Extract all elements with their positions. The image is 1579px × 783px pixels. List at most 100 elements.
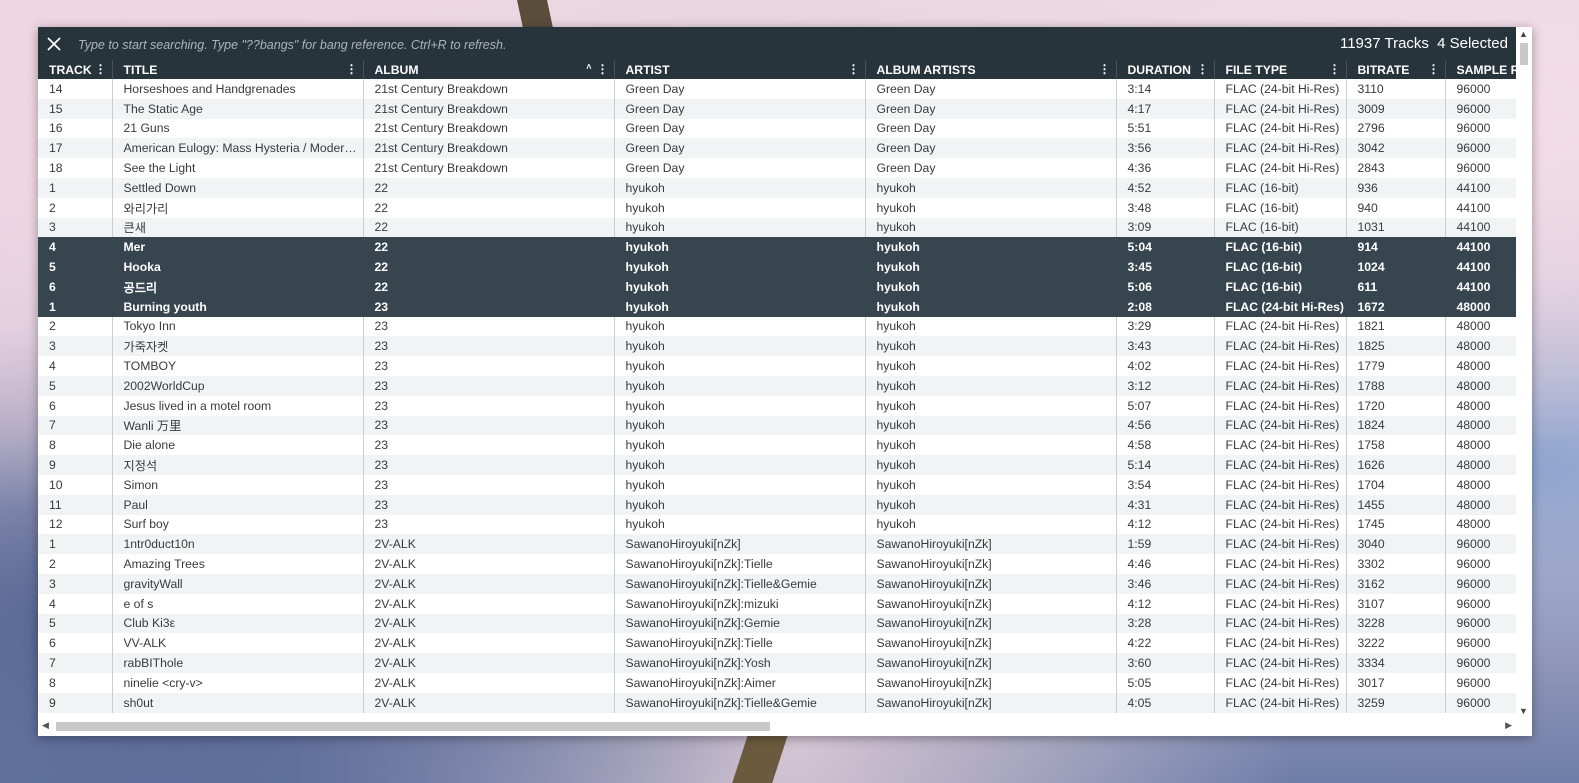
table-row[interactable]: 3 gravityWall 2V-ALK SawanoHiroyuki[nZk]:Ti… <box>38 573 1516 594</box>
table-row[interactable]: 10 Simon 23 hyukoh hyukoh 3:54 FLAC (24-bit Hi… <box>38 474 1516 495</box>
column-menu-icon[interactable]: ⋮ <box>597 62 609 76</box>
cell-file-type: FLAC (24-bit Hi-Res) <box>1214 573 1347 594</box>
table-row[interactable]: 12 Surf boy 23 hyukoh hyukoh 4:12 FLAC (24-bit… <box>38 514 1516 535</box>
cell-track: 17 <box>38 138 113 159</box>
cell-title: 지정석 <box>112 455 364 475</box>
column-menu-icon[interactable]: ⋮ <box>1329 62 1341 76</box>
table-row[interactable]: 4 TOMBOY 23 hyukoh hyukoh 4:02 FLAC (24-bit Hi… <box>38 356 1516 376</box>
cell-sample-rate: 48000 <box>1445 415 1516 436</box>
table-row[interactable]: 4e of s 2V-ALK SawanoHiroyuki[nZk]:mizuki S… <box>38 593 1516 614</box>
table-row[interactable]: 6 Jesus lived in a motel room 23 hyukoh hyuk… <box>38 395 1516 416</box>
cell-sample-rate: 44100 <box>1445 177 1516 198</box>
column-header[interactable]: ARTIST ⋮ <box>614 60 866 79</box>
column-header[interactable]: DURATION ⋮ <box>1116 60 1215 79</box>
cell-bitrate: 1031 <box>1346 217 1446 238</box>
table-row[interactable]: 1 Burning youth 23 hyukoh hyukoh 2:08 FLAC (24… <box>38 296 1516 317</box>
column-header[interactable]: FILE TYPE ⋮ <box>1214 60 1347 79</box>
column-menu-icon[interactable]: ⋮ <box>1099 62 1111 76</box>
cell-file-type: FLAC (24-bit Hi-Res) <box>1214 415 1347 436</box>
table-row[interactable]: 8 ninelie <cry-v> 2V-ALK SawanoHiroyuki[nZk… <box>38 672 1516 693</box>
scroll-up-icon[interactable]: ▲ <box>1519 29 1528 39</box>
table-row[interactable]: 6 공드리 22 hyukoh hyukoh 5:06 FLAC (16-bit) 611 44… <box>38 276 1516 297</box>
table-row[interactable]: 17 American Eulogy: Mass Hysteria / Moder… <box>38 138 1516 159</box>
table-row[interactable]: 3 큰새 22 hyukoh hyukoh 3:09 FLAC (16-bit) 1031 44… <box>38 217 1516 238</box>
cell-album-artists: Green Day <box>865 118 1117 139</box>
column-menu-icon[interactable]: ⋮ <box>848 62 860 76</box>
scroll-right-icon[interactable]: ▶ <box>1505 720 1512 731</box>
cell-track: 4 <box>38 593 113 614</box>
table-row[interactable]: 16 21 Guns 21st Century Breakdown Green Day… <box>38 118 1516 139</box>
cell-artist: Green Day <box>614 79 866 99</box>
search-input[interactable] <box>76 33 1080 57</box>
close-icon[interactable] <box>44 34 64 54</box>
cell-album: 2V-ALK <box>363 554 615 574</box>
column-header[interactable]: ALBUM ARTISTS ⋮ <box>865 60 1117 79</box>
table-row[interactable]: 2 와리가리 22 hyukoh hyukoh 3:48 FLAC (16-bit) 940 4… <box>38 197 1516 218</box>
horizontal-scrollbar[interactable]: ◀ ▶ <box>38 716 1516 736</box>
cell-title: Die alone <box>112 435 364 456</box>
cell-artist: hyukoh <box>614 514 866 535</box>
table-row[interactable]: 14 Horseshoes and Handgrenades 21st Centur… <box>38 79 1516 99</box>
cell-title: e of s <box>112 593 364 614</box>
status-text: 11937 Tracks 4 Selected <box>1336 35 1508 52</box>
cell-album-artists: SawanoHiroyuki[nZk] <box>865 692 1117 713</box>
cell-album: 2V-ALK <box>363 633 615 654</box>
table-row[interactable]: 5 2002WorldCup 23 hyukoh hyukoh 3:12 FLAC (24-… <box>38 375 1516 396</box>
cell-file-type: FLAC (24-bit Hi-Res) <box>1214 79 1347 99</box>
table-row[interactable]: 11 Paul 23 hyukoh hyukoh 4:31 FLAC (24-bit Hi-… <box>38 494 1516 515</box>
table-row[interactable]: 6 VV-ALK 2V-ALK SawanoHiroyuki[nZk]:Tielle S… <box>38 633 1516 654</box>
vertical-scrollbar[interactable]: ▲ ▼ <box>1516 27 1532 716</box>
cell-file-type: FLAC (24-bit Hi-Res) <box>1214 395 1347 416</box>
cell-sample-rate: 44100 <box>1445 257 1516 277</box>
table-row[interactable]: 18 See the Light 21st Century Breakdown Gre… <box>38 158 1516 178</box>
table-row[interactable]: 2 Amazing Trees 2V-ALK SawanoHiroyuki[nZk]:… <box>38 554 1516 574</box>
table-row[interactable]: 9 sh0ut 2V-ALK SawanoHiroyuki[nZk]:Tielle&G… <box>38 692 1516 713</box>
cell-track: 3 <box>38 217 113 238</box>
cell-title: 큰새 <box>112 217 364 238</box>
cell-album: 23 <box>363 395 615 416</box>
cell-album-artists: SawanoHiroyuki[nZk] <box>865 653 1117 673</box>
column-header[interactable]: BITRATE ⋮ <box>1346 60 1446 79</box>
column-menu-icon[interactable]: ⋮ <box>1428 62 1440 76</box>
cell-album-artists: SawanoHiroyuki[nZk] <box>865 573 1117 594</box>
cell-sample-rate: 96000 <box>1445 98 1516 119</box>
table-row[interactable]: 5 Club Ki3ε 2V-ALK SawanoHiroyuki[nZk]:Gemi… <box>38 613 1516 634</box>
cell-album-artists: hyukoh <box>865 177 1117 198</box>
vertical-scroll-thumb[interactable] <box>1520 43 1528 65</box>
cell-track: 15 <box>38 98 113 119</box>
table-row[interactable]: 1 1ntr0duct10n 2V-ALK SawanoHiroyuki[nZk] Sa… <box>38 534 1516 555</box>
table-row[interactable]: 8 Die alone 23 hyukoh hyukoh 4:58 FLAC (24-bit… <box>38 435 1516 456</box>
cell-album-artists: Green Day <box>865 98 1117 119</box>
column-header-label: BITRATE <box>1357 62 1410 77</box>
table-row[interactable]: 5 Hooka 22 hyukoh hyukoh 3:45 FLAC (16-bit) 102… <box>38 257 1516 277</box>
column-header[interactable]: TITLE ⋮ <box>112 60 364 79</box>
table-row[interactable]: 15 The Static Age 21st Century Breakdown Gr… <box>38 98 1516 119</box>
column-header[interactable]: SAMPLE R <box>1445 60 1516 79</box>
table-row[interactable]: 9 지정석 23 hyukoh hyukoh 5:14 FLAC (24-bit Hi-Re… <box>38 455 1516 475</box>
table-row[interactable]: 3 가죽자켓 23 hyukoh hyukoh 3:43 FLAC (24-bit Hi-R… <box>38 336 1516 357</box>
column-menu-icon[interactable]: ⋮ <box>1197 62 1209 76</box>
cell-duration: 4:56 <box>1116 415 1215 436</box>
scroll-down-icon[interactable]: ▼ <box>1519 706 1528 716</box>
cell-duration: 4:22 <box>1116 633 1215 654</box>
cell-album: 21st Century Breakdown <box>363 138 615 159</box>
horizontal-scroll-thumb[interactable] <box>56 722 770 731</box>
cell-bitrate: 2796 <box>1346 118 1446 139</box>
column-header[interactable]: ALBUM ˄ ⋮ <box>363 60 615 79</box>
table-row[interactable]: 7 Wanli 万里 23 hyukoh hyukoh 4:56 FLAC (24-bit … <box>38 415 1516 436</box>
table-row[interactable]: 4 Mer 22 hyukoh hyukoh 5:04 FLAC (16-bit) 914 44… <box>38 237 1516 258</box>
cell-sample-rate: 96000 <box>1445 554 1516 574</box>
cell-title: Horseshoes and Handgrenades <box>112 79 364 99</box>
cell-duration: 3:29 <box>1116 316 1215 337</box>
table-row[interactable]: 7 rabBIThole 2V-ALK SawanoHiroyuki[nZk]:Yos… <box>38 653 1516 673</box>
cell-album-artists: hyukoh <box>865 296 1117 317</box>
cell-title: Hooka <box>112 257 364 277</box>
column-header[interactable]: TRACK ⋮ <box>38 60 113 79</box>
scroll-left-icon[interactable]: ◀ <box>42 720 49 731</box>
cell-track: 6 <box>38 395 113 416</box>
table-row[interactable]: 2 Tokyo Inn 23 hyukoh hyukoh 3:29 FLAC (24-bit… <box>38 316 1516 337</box>
column-menu-icon[interactable]: ⋮ <box>346 62 358 76</box>
column-menu-icon[interactable]: ⋮ <box>95 62 107 76</box>
table-row[interactable]: 1 Settled Down 22 hyukoh hyukoh 4:52 FLAC (16-… <box>38 177 1516 198</box>
cell-artist: SawanoHiroyuki[nZk]:Gemie <box>614 613 866 634</box>
